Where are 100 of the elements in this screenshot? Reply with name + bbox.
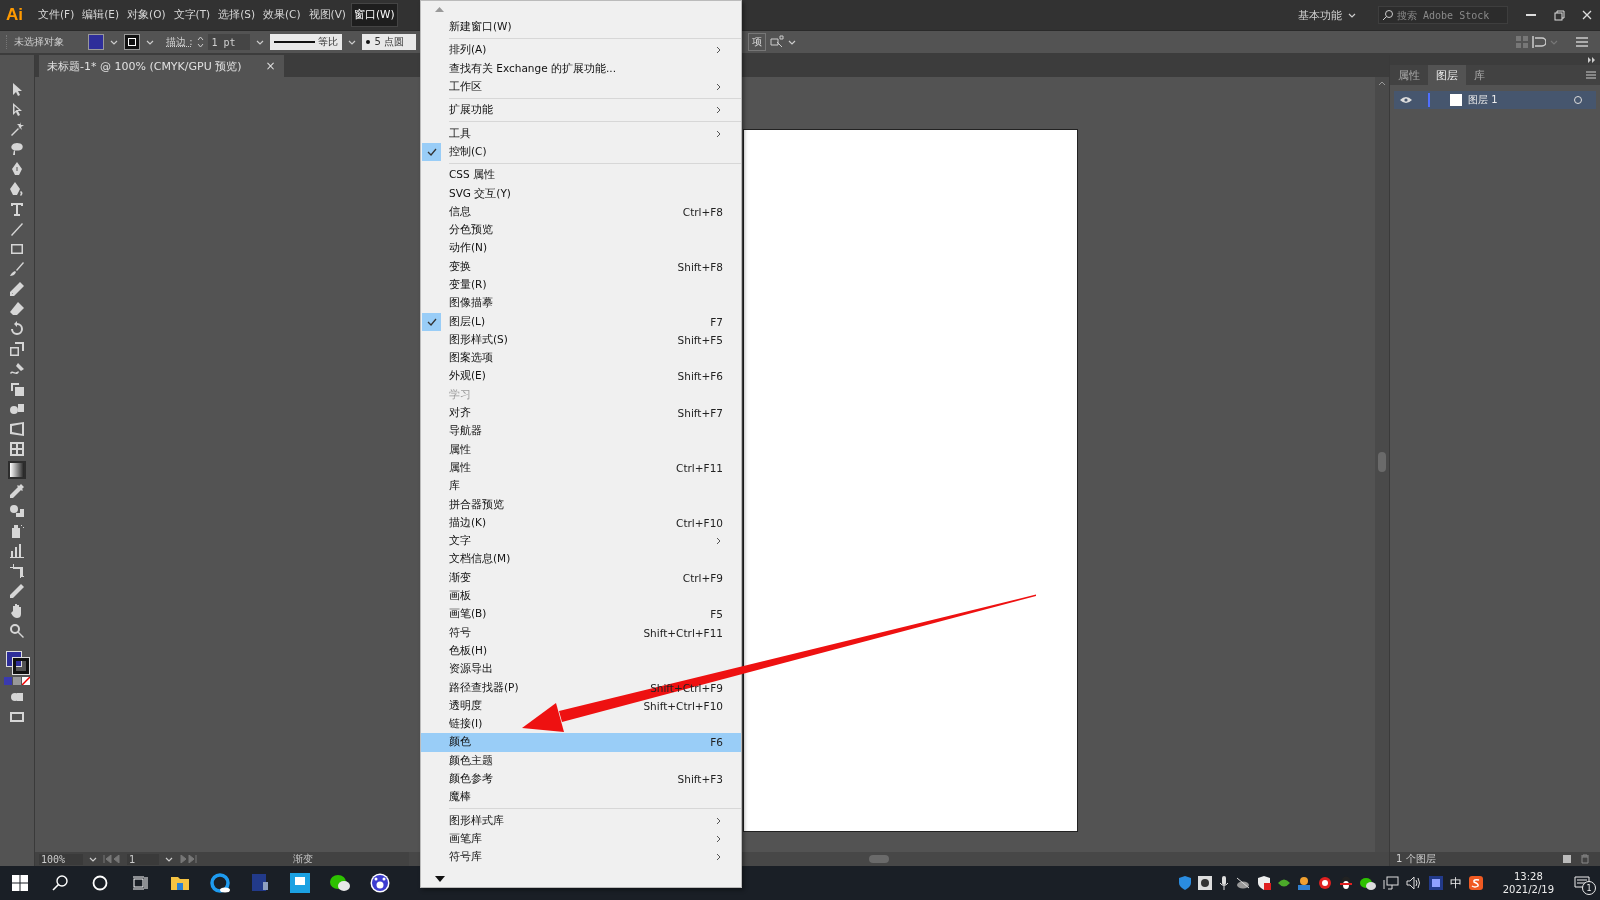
menu-item[interactable]: 图形样式库: [421, 811, 741, 830]
record-icon[interactable]: [1197, 876, 1212, 890]
menu-title[interactable]: 窗口(W): [350, 3, 398, 27]
menu-item[interactable]: 库: [421, 477, 741, 496]
menu-item[interactable]: 动作(N): [421, 239, 741, 258]
speaker-icon[interactable]: [1405, 876, 1422, 890]
menu-item[interactable]: 导航器: [421, 422, 741, 441]
zoom-field[interactable]: 100%: [39, 853, 83, 865]
stepper-icon[interactable]: [196, 35, 204, 49]
menu-item[interactable]: 属性 Ctrl+F11: [421, 458, 741, 478]
menu-item[interactable]: 拼合器预览: [421, 495, 741, 514]
menu-item[interactable]: 图像描摹: [421, 294, 741, 313]
arrange-icon[interactable]: [1532, 36, 1546, 48]
cloud-icon[interactable]: [1235, 877, 1250, 889]
caret-icon[interactable]: [146, 39, 154, 45]
menu-item[interactable]: 描边(K) Ctrl+F10: [421, 513, 741, 532]
grid-icon[interactable]: [9, 421, 25, 437]
fill-swatch[interactable]: [88, 34, 104, 50]
pen-icon[interactable]: [9, 161, 25, 177]
panel-tab[interactable]: 图层: [1428, 65, 1466, 85]
menu-item[interactable]: 控制(C): [421, 142, 741, 162]
tab-close-button[interactable]: ×: [265, 59, 276, 73]
menu-item[interactable]: 符号 Shift+Ctrl+F11: [421, 623, 741, 642]
menu-title[interactable]: 编辑(E): [79, 3, 123, 27]
fill-stroke-swatches[interactable]: [6, 651, 28, 673]
menu-title[interactable]: 文件(F): [35, 3, 78, 27]
input-method-indicator[interactable]: 中: [1449, 874, 1462, 892]
scroll-up-icon[interactable]: [1378, 81, 1386, 86]
menu-title[interactable]: 对象(O): [124, 3, 169, 27]
panel-menu-icon[interactable]: [1586, 71, 1596, 79]
check-box[interactable]: [422, 142, 441, 161]
menu-item[interactable]: CSS 属性: [421, 166, 741, 185]
menu-item[interactable]: 画板: [421, 586, 741, 606]
menu-item[interactable]: 变换 Shift+F8: [421, 257, 741, 276]
zoom-icon[interactable]: [9, 623, 25, 639]
app-icon[interactable]: [251, 873, 269, 893]
scrollbar-thumb[interactable]: [1378, 452, 1386, 472]
menu-item[interactable]: 信息 Ctrl+F8: [421, 202, 741, 221]
menu-item[interactable]: 图形样式(S) Shift+F5: [421, 330, 741, 350]
menu-item[interactable]: 变量(R): [421, 275, 741, 295]
color-mode-icon[interactable]: [4, 677, 12, 685]
artboard-icon[interactable]: [9, 563, 25, 579]
menu-item[interactable]: 透明度 Shift+Ctrl+F10: [421, 696, 741, 715]
app-icon[interactable]: [1428, 876, 1443, 890]
rotate-icon[interactable]: [9, 321, 25, 337]
panel-tab[interactable]: 属性: [1390, 65, 1428, 85]
browser-icon[interactable]: [210, 873, 230, 893]
folder-icon[interactable]: [170, 875, 190, 891]
panel-tab[interactable]: 库: [1466, 65, 1493, 85]
menu-item[interactable]: 对齐 Shift+F7: [421, 403, 741, 423]
record-icon[interactable]: [1317, 876, 1332, 890]
menu-item[interactable]: 工作区: [421, 77, 741, 97]
mesh-icon[interactable]: [9, 441, 25, 457]
stroke-profile-dropdown[interactable]: 等比: [269, 34, 342, 50]
lasso-icon[interactable]: [9, 141, 25, 157]
transform-icon[interactable]: [9, 381, 25, 397]
notification-icon[interactable]: [1574, 876, 1590, 890]
options-button[interactable]: 项: [747, 33, 766, 51]
brush-icon[interactable]: [9, 261, 25, 277]
menu-item[interactable]: 魔棒: [421, 788, 741, 807]
menu-item[interactable]: SVG 交互(Y): [421, 184, 741, 203]
artboard-field[interactable]: 1: [127, 853, 159, 865]
menu-title[interactable]: 选择(S): [215, 3, 258, 27]
menu-item[interactable]: 外观(E) Shift+F6: [421, 367, 741, 386]
windows-logo-icon[interactable]: [12, 875, 28, 891]
screen-mode-icon[interactable]: [9, 709, 25, 725]
stroke-label[interactable]: 描边 :: [166, 35, 193, 49]
menu-item[interactable]: 排列(A): [421, 41, 741, 60]
caret-icon[interactable]: [110, 39, 118, 45]
caret-icon[interactable]: [89, 856, 97, 862]
search-field[interactable]: 搜索 Adobe Stock: [1378, 6, 1508, 24]
menu-title[interactable]: 视图(V): [305, 3, 349, 27]
search-icon[interactable]: [52, 875, 68, 891]
caret-icon[interactable]: [1348, 12, 1356, 18]
task-view-icon[interactable]: [132, 875, 148, 891]
menu-item[interactable]: 属性: [421, 440, 741, 459]
menu-item[interactable]: 文字: [421, 532, 741, 551]
knife-icon[interactable]: [9, 583, 25, 599]
gradient-icon[interactable]: [8, 461, 26, 479]
menu-item[interactable]: 工具: [421, 124, 741, 143]
menu-item[interactable]: 分色预览: [421, 220, 741, 240]
pen-icon[interactable]: [9, 181, 25, 197]
menu-item[interactable]: 扩展功能: [421, 101, 741, 120]
menu-item[interactable]: 文档信息(M): [421, 550, 741, 569]
menu-item[interactable]: 画笔库: [421, 829, 741, 849]
new-layer-icon[interactable]: [1562, 854, 1572, 864]
sprayer-icon[interactable]: [9, 523, 25, 539]
menu-title[interactable]: 文字(T): [170, 3, 214, 27]
menu-item[interactable]: 色板(H): [421, 641, 741, 661]
eyedropper-icon[interactable]: [9, 483, 25, 499]
stroke-swatch[interactable]: [124, 34, 140, 50]
warp-icon[interactable]: [9, 361, 25, 377]
caret-icon[interactable]: [165, 856, 173, 862]
menu-item[interactable]: 链接(I): [421, 715, 741, 734]
app-icon[interactable]: [1468, 876, 1483, 890]
check-box[interactable]: [422, 312, 441, 331]
menu-item[interactable]: 资源导出: [421, 660, 741, 679]
document-tab[interactable]: 未标题-1* @ 100% (CMYK/GPU 预览) ×: [39, 55, 284, 77]
caret-icon[interactable]: [347, 39, 356, 45]
eraser-icon[interactable]: [9, 301, 25, 317]
